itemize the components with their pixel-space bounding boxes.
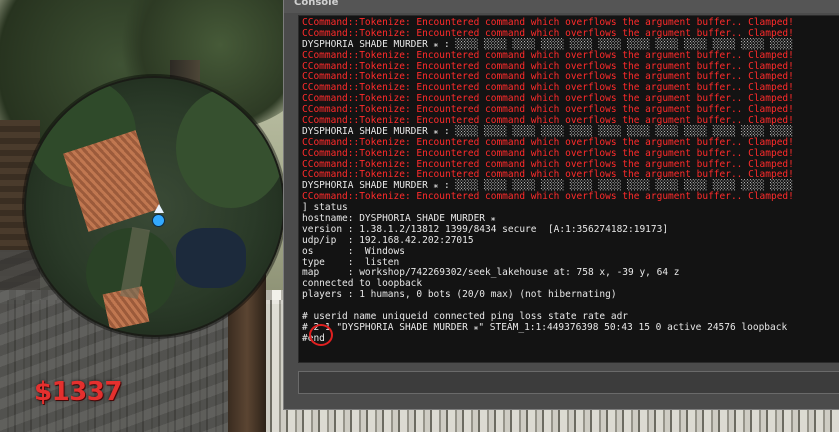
console-line: #end xyxy=(302,332,325,344)
console-line: CCommand::Tokenize: Encountered command … xyxy=(302,147,794,159)
console-output[interactable]: CCommand::Tokenize: Encountered command … xyxy=(298,15,839,363)
console-line: # 2 1 "DYSPHORIA SHADE MURDER ⁎" STEAM_1… xyxy=(302,321,788,333)
console-line: CCommand::Tokenize: Encountered command … xyxy=(302,191,794,203)
console-lines: CCommand::Tokenize: Encountered command … xyxy=(302,17,794,345)
console-line: CCommand::Tokenize: Encountered command … xyxy=(302,49,794,61)
console-line: players : 1 humans, 0 bots (20/0 max) (n… xyxy=(302,289,617,301)
money-counter: $1337 xyxy=(34,377,122,407)
player-direction-icon xyxy=(154,204,164,213)
console-line: os : Windows xyxy=(302,245,405,257)
radar-minimap: [--VOX xyxy=(24,76,285,337)
highlight-circle-annotation xyxy=(309,324,333,346)
radar-trees xyxy=(176,88,283,208)
console-input[interactable] xyxy=(298,371,839,394)
player-marker xyxy=(153,215,164,226)
radar-pond xyxy=(176,228,246,288)
console-title: Console xyxy=(294,0,339,8)
console-titlebar[interactable]: Console xyxy=(284,0,839,13)
console-window[interactable]: Console CCommand::Tokenize: Encountered … xyxy=(283,0,839,410)
